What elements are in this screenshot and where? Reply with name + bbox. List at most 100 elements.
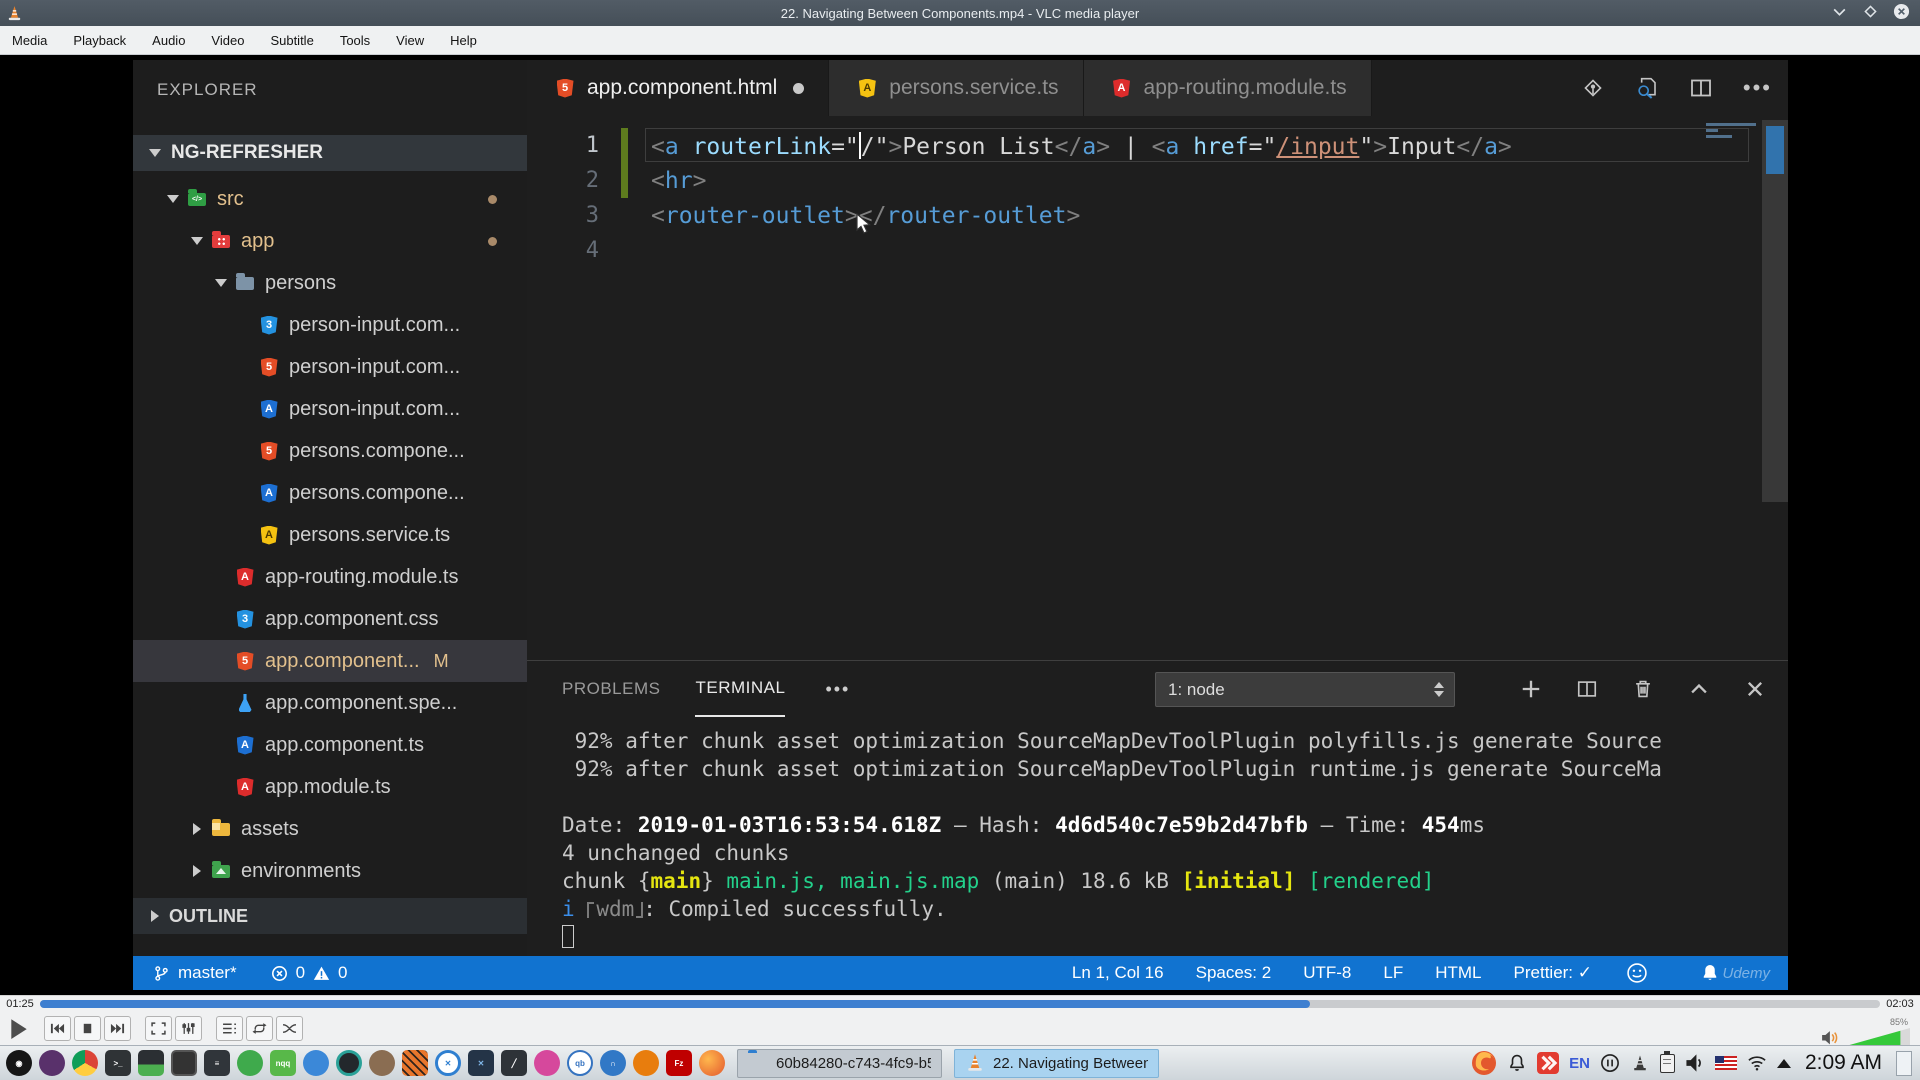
split-editor-icon[interactable] [1689, 76, 1713, 100]
menu-subtitle[interactable]: Subtitle [270, 33, 313, 48]
extended-settings-button[interactable] [175, 1016, 202, 1041]
terminal-select[interactable]: 1: node [1155, 672, 1455, 707]
editor-scrollbar[interactable] [1762, 120, 1788, 502]
tab-app-component-html[interactable]: 5 app.component.html [527, 60, 830, 116]
search-preview-icon[interactable] [1635, 76, 1659, 100]
minimize-icon[interactable] [1831, 3, 1848, 20]
menu-media[interactable]: Media [12, 33, 47, 48]
code-line-3[interactable]: 3 <router-outlet></router-outlet> [527, 198, 1788, 233]
vlc-tray-icon[interactable] [1630, 1053, 1650, 1073]
code-line-4[interactable]: 4 [527, 233, 1788, 268]
tiger-app-icon[interactable] [402, 1050, 428, 1076]
tree-item-persons-compone-[interactable]: Apersons.compone... [133, 472, 527, 514]
tab-app-routing-module-ts[interactable]: Aapp-routing.module.ts [1083, 60, 1372, 116]
pink-app-icon[interactable] [534, 1050, 560, 1076]
chromium-icon[interactable] [72, 1050, 98, 1076]
seek-bar[interactable] [40, 999, 1880, 1008]
statusbar-item-2[interactable]: UTF-8 [1303, 963, 1351, 983]
fullscreen-button[interactable] [145, 1016, 172, 1041]
statusbar-item-3[interactable]: LF [1383, 963, 1403, 983]
statusbar-item-5[interactable]: Prettier: ✓ [1514, 963, 1592, 983]
settings-icon[interactable]: ≡ [204, 1050, 230, 1076]
tree-item-app-component-ts[interactable]: Aapp.component.ts [133, 724, 527, 766]
opensuse-icon[interactable]: ◉ [6, 1050, 32, 1076]
maximize-panel-icon[interactable] [1688, 678, 1710, 700]
errors-icon[interactable] [271, 965, 288, 982]
tab-terminal[interactable]: TERMINAL [695, 661, 786, 717]
wifi-icon[interactable] [1747, 1053, 1767, 1073]
firefox-tray-icon[interactable] [1471, 1050, 1497, 1076]
filezilla-icon[interactable]: Fz [666, 1050, 692, 1076]
statusbar-item-4[interactable]: HTML [1435, 963, 1481, 983]
tree-item-assets[interactable]: assets [133, 808, 527, 850]
git-branch-icon[interactable] [153, 965, 170, 982]
loop-button[interactable] [246, 1016, 273, 1041]
keyboard-layout-indicator[interactable]: EN [1569, 1055, 1590, 1072]
tree-item-person-input-com-[interactable]: 3 person-input.com... [133, 304, 527, 346]
close-icon[interactable] [1893, 3, 1910, 20]
us-flag-icon[interactable] [1714, 1056, 1737, 1070]
warnings-count[interactable]: 0 [338, 963, 347, 983]
blue-bird-app-icon[interactable] [303, 1050, 329, 1076]
terminal-output[interactable]: 92% after chunk asset optimization Sourc… [562, 727, 1778, 951]
tree-item-persons-compone-[interactable]: 5 persons.compone... [133, 430, 527, 472]
menu-video[interactable]: Video [211, 33, 244, 48]
tree-item-person-input-com-[interactable]: Aperson-input.com... [133, 388, 527, 430]
playlist-button[interactable] [216, 1016, 243, 1041]
statusbar-item-0[interactable]: Ln 1, Col 16 [1072, 963, 1164, 983]
maximize-icon[interactable] [1862, 3, 1879, 20]
menu-audio[interactable]: Audio [152, 33, 185, 48]
tree-item-person-input-com-[interactable]: 5 person-input.com... [133, 346, 527, 388]
taskbar-window-vlc[interactable]: 22. Navigating Between C... [954, 1048, 1159, 1078]
tree-item-app-routing-module-ts[interactable]: Aapp-routing.module.ts [133, 556, 527, 598]
system-monitor-icon[interactable] [138, 1050, 164, 1076]
tab-persons-service-ts[interactable]: Apersons.service.ts [829, 60, 1084, 116]
minimap[interactable] [1702, 120, 1762, 141]
dark-code-app-icon[interactable]: ✕ [468, 1050, 494, 1076]
kill-terminal-icon[interactable] [1632, 678, 1654, 700]
previous-button[interactable] [44, 1016, 71, 1041]
statusbar-item-1[interactable]: Spaces: 2 [1196, 963, 1272, 983]
stop-button[interactable] [74, 1016, 101, 1041]
panel-more-icon[interactable]: ••• [825, 679, 850, 700]
bell-icon[interactable] [1700, 963, 1720, 983]
outline-section-header[interactable]: OUTLINE [133, 898, 527, 934]
video-area[interactable]: EXPLORER NG-REFRESHER </> src app persons 3 p… [0, 55, 1920, 995]
firefox-icon[interactable] [699, 1050, 725, 1076]
green-app-icon[interactable] [237, 1050, 263, 1076]
tree-item-app-component-css[interactable]: 3 app.component.css [133, 598, 527, 640]
menu-playback[interactable]: Playback [73, 33, 126, 48]
tab-problems[interactable]: PROBLEMS [562, 661, 660, 717]
git-branch-label[interactable]: master* [178, 963, 237, 983]
terminal-icon[interactable]: >_ [105, 1050, 131, 1076]
qbittorrent-icon[interactable]: qb [567, 1050, 593, 1076]
feedback-smiley-icon[interactable] [1626, 962, 1648, 984]
tree-item-persons[interactable]: persons [133, 262, 527, 304]
pause-circle-icon[interactable] [1600, 1053, 1620, 1073]
warnings-icon[interactable] [313, 965, 330, 982]
volume-tray-icon[interactable] [1685, 1053, 1705, 1073]
code-line-2[interactable]: 2 <hr> [527, 163, 1788, 198]
tree-item-src[interactable]: </> src [133, 178, 527, 220]
tray-expand-icon[interactable] [1776, 1058, 1791, 1068]
gimp-icon[interactable] [369, 1050, 395, 1076]
blue-ring-app-icon[interactable]: ✕ [435, 1050, 461, 1076]
blender-icon[interactable] [633, 1050, 659, 1076]
notepadqq-icon[interactable]: nqq [270, 1050, 296, 1076]
pen-app-icon[interactable]: ╱ [501, 1050, 527, 1076]
tree-item-app-component-spe-[interactable]: app.component.spe... [133, 682, 527, 724]
next-button[interactable] [104, 1016, 131, 1041]
screenshot-tool-icon[interactable] [171, 1050, 197, 1076]
notifications-bell-icon[interactable] [1507, 1053, 1527, 1073]
clock[interactable]: 2:09 AM [1805, 1051, 1882, 1075]
project-section-header[interactable]: NG-REFRESHER [133, 135, 527, 171]
volume-slider[interactable]: 85% [1846, 1017, 1910, 1046]
more-actions-icon[interactable]: ••• [1743, 75, 1772, 101]
play-button[interactable] [8, 1017, 30, 1041]
errors-count[interactable]: 0 [296, 963, 305, 983]
show-desktop-button[interactable] [1896, 1050, 1912, 1076]
tor-browser-icon[interactable] [39, 1050, 65, 1076]
tree-item-app-module-ts[interactable]: Aapp.module.ts [133, 766, 527, 808]
camera-app-icon[interactable] [336, 1050, 362, 1076]
split-terminal-icon[interactable] [1576, 678, 1598, 700]
